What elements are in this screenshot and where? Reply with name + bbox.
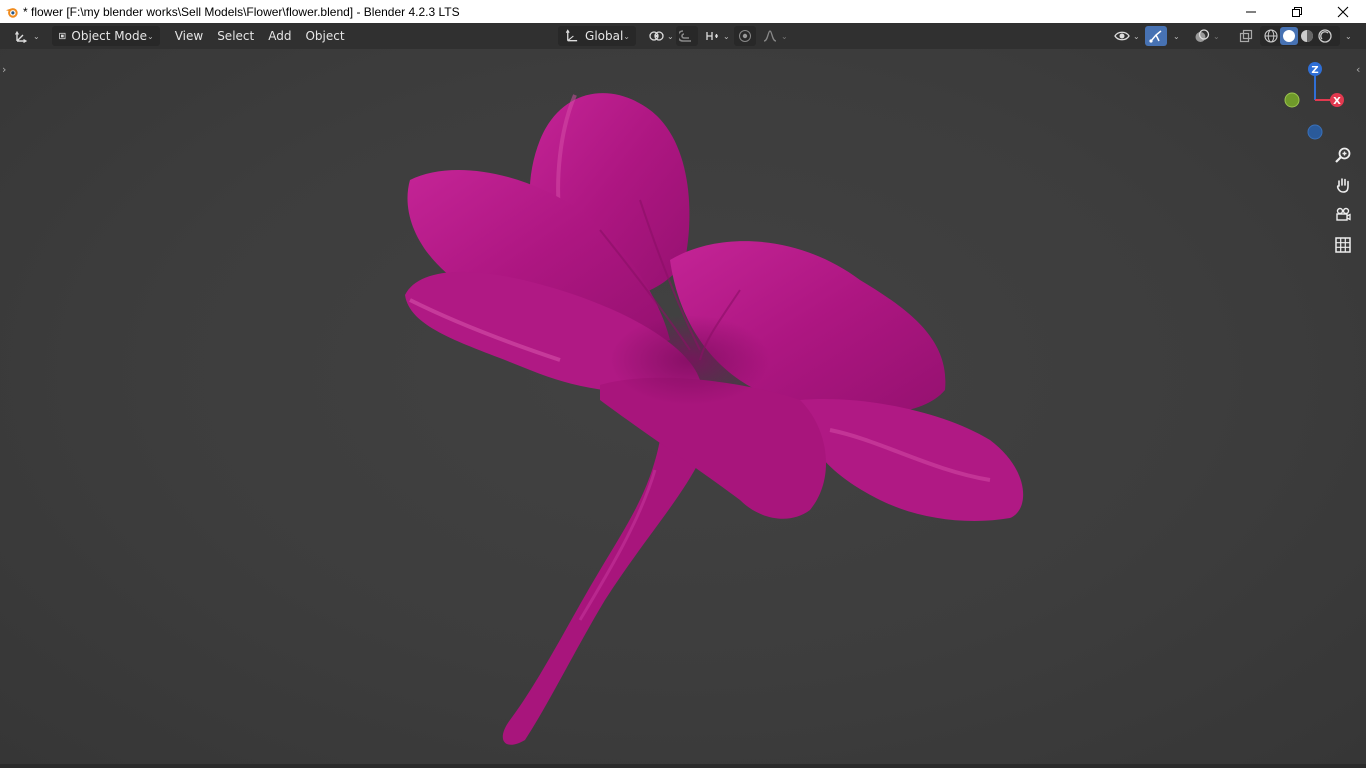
zoom-icon (1335, 147, 1351, 163)
solid-shading-icon (1283, 30, 1295, 42)
navigation-gizmo[interactable]: Z X (1278, 58, 1348, 144)
camera-view-button[interactable] (1330, 202, 1356, 228)
xray-toggle[interactable] (1234, 26, 1258, 46)
gizmo-x-label: X (1333, 96, 1341, 107)
falloff-curve-icon (763, 30, 777, 42)
proportional-edit-toggle[interactable] (734, 26, 756, 46)
window-controls (1228, 0, 1366, 23)
petal-bottom-right (800, 399, 1024, 521)
gizmo-toggle[interactable] (1145, 26, 1167, 46)
pivot-point-icon (649, 31, 664, 41)
shading-mode-group (1260, 26, 1340, 46)
shading-options-dropdown[interactable]: ⌄ (1338, 26, 1356, 46)
menu-view[interactable]: View (168, 26, 210, 46)
menu-select[interactable]: Select (210, 26, 261, 46)
close-icon (1337, 6, 1349, 17)
visibility-icon (1114, 31, 1130, 41)
menu-add[interactable]: Add (261, 26, 298, 46)
flower-stem (502, 440, 700, 745)
pan-hand-icon (1336, 178, 1349, 193)
gizmo-dropdown[interactable]: ⌄ (1166, 26, 1184, 46)
snap-target-dropdown[interactable]: ⌄ (698, 26, 736, 46)
header-menus: View Select Add Object (168, 26, 352, 46)
zoom-button[interactable] (1330, 142, 1356, 168)
bottom-edge (0, 764, 1366, 768)
close-button[interactable] (1320, 0, 1366, 23)
flower-model[interactable] (0, 49, 1366, 768)
pivot-point-dropdown[interactable]: ⌄ (642, 26, 680, 46)
3d-viewport[interactable]: › ‹ Z X (0, 49, 1366, 768)
wireframe-shading-icon[interactable] (1263, 28, 1279, 44)
camera-view-icon (1336, 207, 1351, 221)
viewport-header: ⌄ Object Mode ⌄ View Select Add Object G… (0, 23, 1366, 49)
orientation-icon (565, 29, 578, 42)
menu-object[interactable]: Object (298, 26, 351, 46)
proportional-edit-icon (739, 30, 751, 42)
rendered-shading-icon[interactable] (1317, 28, 1333, 44)
mode-label: Object Mode (71, 29, 147, 43)
ortho-toggle-button[interactable] (1330, 232, 1356, 258)
gizmo-z-label: Z (1311, 65, 1318, 76)
magnet-icon (679, 30, 691, 42)
overlay-icon (1195, 29, 1210, 42)
snap-increment-icon (706, 32, 718, 40)
gizmo-neg-z-axis[interactable] (1307, 124, 1323, 140)
gizmo-toggle-icon (1149, 30, 1162, 43)
gizmo-neg-y-axis[interactable] (1284, 92, 1300, 108)
blender-logo-icon (5, 7, 18, 18)
xray-icon (1239, 29, 1253, 43)
material-shading-icon[interactable] (1299, 28, 1315, 44)
minimize-button[interactable] (1228, 0, 1274, 23)
minimize-icon (1246, 11, 1256, 12)
mode-selector[interactable]: Object Mode ⌄ (51, 26, 160, 46)
orientation-label: Global (585, 29, 624, 43)
snap-toggle[interactable] (676, 26, 698, 46)
overlay-dropdown[interactable]: ⌄ (1188, 26, 1226, 46)
transform-orientation-dropdown[interactable]: Global ⌄ (558, 26, 636, 46)
pan-button[interactable] (1330, 172, 1356, 198)
window-title: * flower [F:\my blender works\Sell Model… (23, 4, 460, 19)
falloff-dropdown[interactable]: ⌄ (756, 26, 794, 46)
editor-type-dropdown[interactable]: ⌄ (8, 26, 46, 46)
restore-button[interactable] (1274, 0, 1320, 23)
object-mode-icon (58, 32, 66, 40)
transform-gizmo-icon (14, 30, 28, 44)
visibility-dropdown[interactable]: ⌄ (1108, 26, 1146, 46)
restore-icon (1292, 6, 1302, 17)
ortho-grid-icon (1335, 237, 1351, 253)
window-titlebar: * flower [F:\my blender works\Sell Model… (0, 0, 1366, 23)
solid-shading-button[interactable] (1280, 27, 1298, 45)
